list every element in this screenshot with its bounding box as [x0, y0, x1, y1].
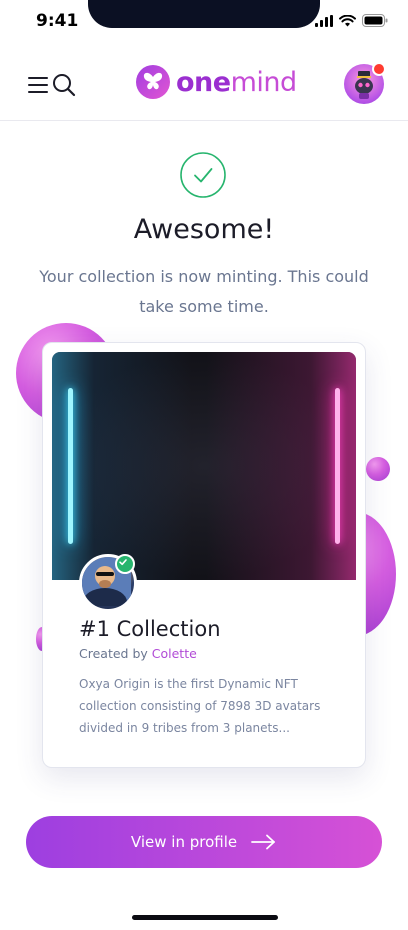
brand-name-one: one	[176, 66, 231, 98]
brand-name: onemind	[176, 67, 297, 98]
created-by-label: Created by	[79, 646, 148, 661]
success-title: Awesome!	[133, 214, 275, 245]
cyan-neon-tube	[68, 388, 73, 544]
butterfly-logo-icon	[136, 65, 170, 99]
user-avatar[interactable]	[344, 62, 386, 104]
success-message: Your collection is now minting. This cou…	[39, 267, 369, 316]
cellular-signal-icon	[315, 14, 333, 27]
check-circle-icon	[180, 152, 226, 198]
wifi-icon	[339, 14, 356, 26]
pink-neon-tube	[335, 388, 340, 544]
notification-dot	[372, 62, 386, 76]
device-notch	[88, 0, 320, 28]
creator-name-link[interactable]: Colette	[152, 646, 197, 661]
arrow-right-icon	[251, 834, 275, 850]
pink-glow	[206, 352, 356, 580]
app-header: onemind	[0, 50, 408, 121]
menu-search-button[interactable]	[26, 70, 78, 100]
home-indicator	[132, 915, 278, 920]
brand-name-mind: mind	[230, 66, 298, 98]
hamburger-icon[interactable]	[28, 75, 50, 95]
search-icon[interactable]	[52, 72, 76, 98]
view-in-profile-label: View in profile	[130, 833, 238, 851]
status-icons	[315, 14, 388, 27]
cyan-glow	[52, 352, 192, 580]
battery-icon	[362, 14, 388, 27]
collection-card[interactable]: #1 Collection Created by Colette Oxya Or…	[42, 342, 366, 768]
brand-logo[interactable]: onemind	[136, 64, 297, 100]
collection-cover-image	[52, 352, 356, 580]
checkmark-icon	[119, 559, 127, 566]
view-in-profile-button[interactable]: View in profile	[26, 816, 382, 868]
status-time: 9:41	[36, 11, 79, 31]
collection-description: Oxya Origin is the first Dynamic NFT col…	[79, 677, 321, 735]
decorative-bubble-small-right	[366, 457, 390, 481]
collection-creator: Created by Colette	[79, 646, 197, 661]
status-bar: 9:41	[0, 0, 408, 46]
verified-badge	[115, 554, 135, 574]
minting-success-screen: 9:41 onemind Awesome! Your collection is…	[0, 0, 408, 930]
collection-title: #1 Collection	[79, 617, 221, 641]
